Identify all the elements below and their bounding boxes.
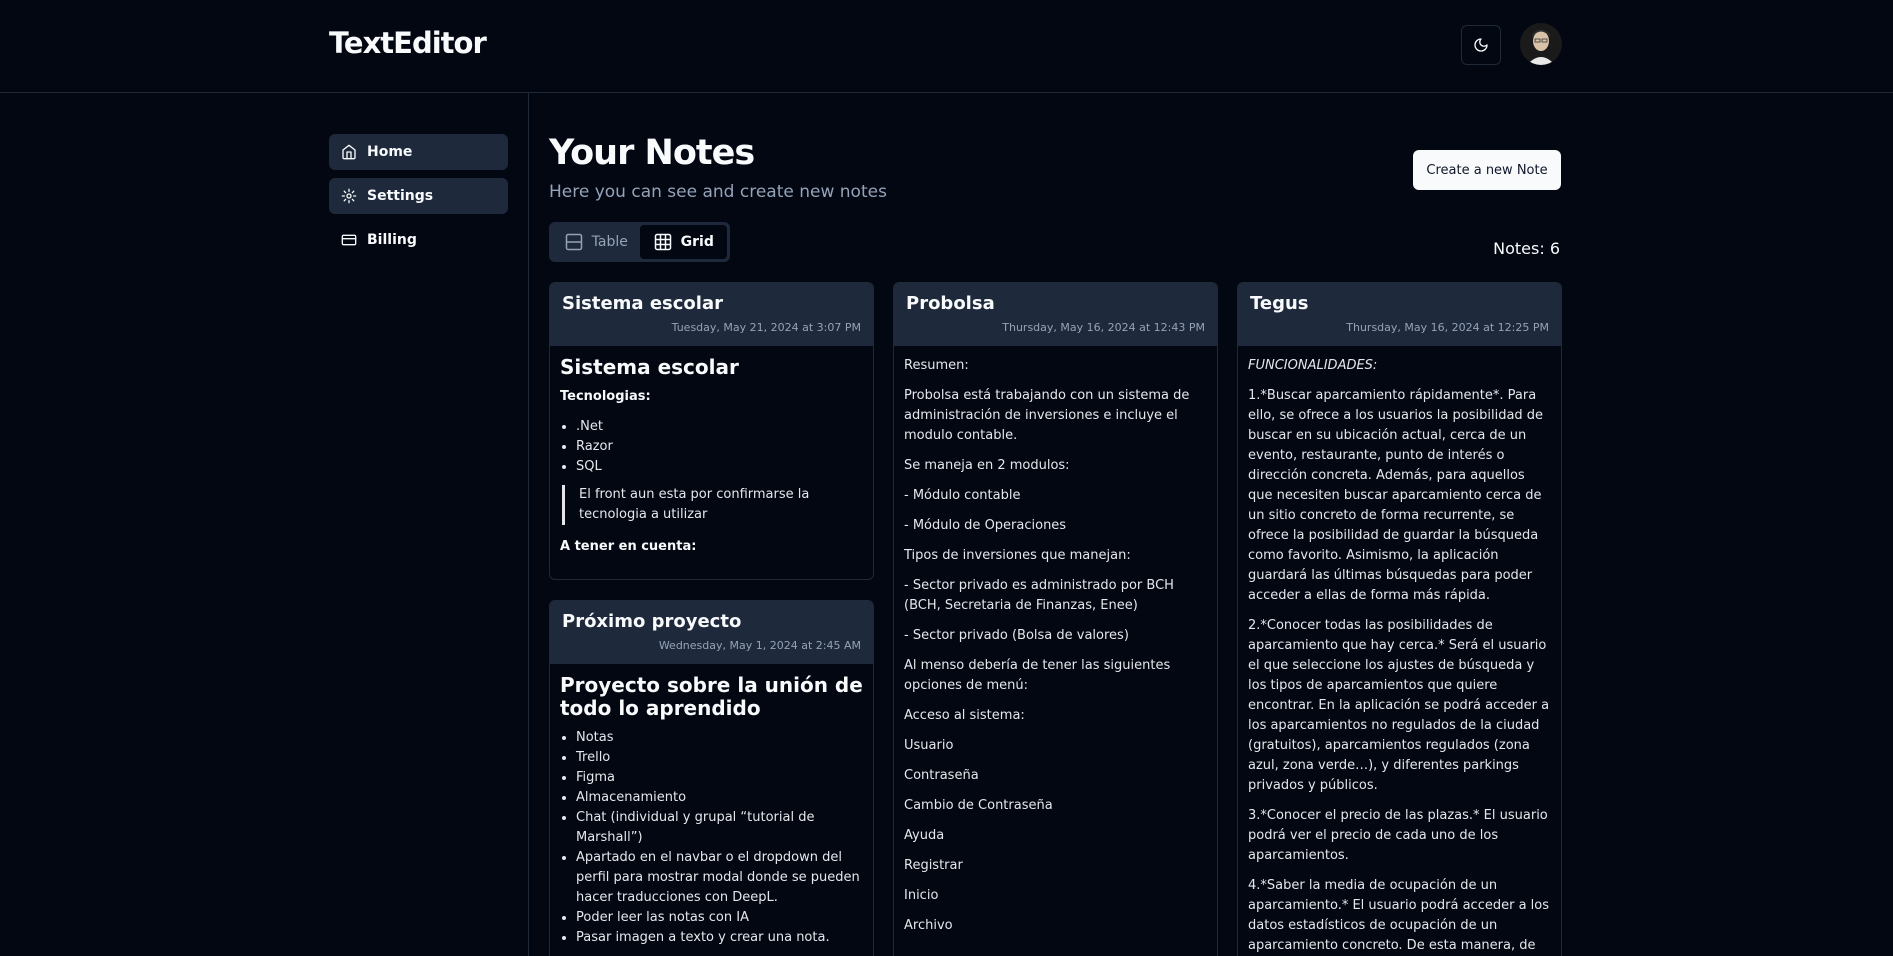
list-item: Razor xyxy=(576,437,863,457)
note-content: Sistema escolar Tecnologias: .Net Razor … xyxy=(550,346,873,579)
list-item: Figma xyxy=(576,768,863,788)
note-text: Registrar xyxy=(904,858,963,873)
grid-view-label: Grid xyxy=(680,234,714,250)
list-item: Poder leer las notas con IA xyxy=(576,908,863,928)
note-text: Usuario xyxy=(904,738,954,753)
home-icon xyxy=(342,144,356,160)
list-item: .Net xyxy=(576,417,863,437)
list-item: Apartado en el navbar o el dropdown del … xyxy=(576,848,863,908)
top-bar: TextEditor xyxy=(0,0,1893,93)
note-heading: Proyecto sobre la unión de todo lo apren… xyxy=(560,673,863,720)
note-card-header[interactable]: Probolsa Thursday, May 16, 2024 at 12:43… xyxy=(894,283,1217,346)
list-item: Notas xyxy=(576,728,863,748)
note-card[interactable]: Próximo proyecto Wednesday, May 1, 2024 … xyxy=(549,600,874,956)
sidebar-item-label: Home xyxy=(367,144,413,160)
note-text: 2.*Conocer todas las posibilidades de ap… xyxy=(1248,618,1550,793)
sidebar-item-settings[interactable]: Settings xyxy=(329,178,508,214)
note-text: Probolsa está trabajando con un sistema … xyxy=(904,388,1190,443)
note-content: Proyecto sobre la unión de todo lo apren… xyxy=(550,664,873,956)
create-note-button[interactable]: Create a new Note xyxy=(1413,150,1561,190)
note-title: Sistema escolar xyxy=(562,293,723,314)
note-text: 4.*Saber la media de ocupación de un apa… xyxy=(1248,878,1549,953)
credit-card-icon xyxy=(341,234,357,246)
note-card[interactable]: Sistema escolar Tuesday, May 21, 2024 at… xyxy=(549,282,874,580)
note-title: Tegus xyxy=(1250,293,1309,314)
note-title: Próximo proyecto xyxy=(562,611,742,632)
note-text: - Módulo de Operaciones xyxy=(904,518,1067,533)
note-text: Archivo xyxy=(904,918,953,933)
theme-toggle-button[interactable] xyxy=(1461,25,1501,65)
list-item: Pasar imagen a texto y crear una nota. xyxy=(576,928,863,948)
note-list: Notas Trello Figma Almacenamiento Chat (… xyxy=(560,728,863,948)
note-text: Inicio xyxy=(904,888,939,903)
sidebar-divider xyxy=(528,93,529,956)
note-card-header[interactable]: Sistema escolar Tuesday, May 21, 2024 at… xyxy=(550,283,873,346)
moon-icon xyxy=(1474,38,1488,52)
table-view-label: Table xyxy=(591,234,628,250)
sidebar-item-label: Billing xyxy=(367,232,417,248)
table-view-button[interactable]: Table xyxy=(552,225,640,259)
sidebar-item-billing[interactable]: Billing xyxy=(329,222,508,258)
note-text: - Sector privado (Bolsa de valores) xyxy=(904,628,1129,643)
note-text: 3.*Conocer el precio de las plazas.* El … xyxy=(1248,808,1548,863)
note-text: Contraseña xyxy=(904,768,979,783)
note-text: Cambio de Contraseña xyxy=(904,798,1053,813)
gear-icon xyxy=(341,188,357,204)
notes-count: Notes: 6 xyxy=(1493,239,1560,258)
list-item: Almacenamiento xyxy=(576,788,863,808)
note-date: Thursday, May 16, 2024 at 12:25 PM xyxy=(1346,321,1549,334)
list-item: Chat (individual y grupal “tutorial de M… xyxy=(576,808,863,848)
table-icon xyxy=(565,233,582,251)
note-card-header[interactable]: Próximo proyecto Wednesday, May 1, 2024 … xyxy=(550,601,873,664)
note-card[interactable]: Tegus Thursday, May 16, 2024 at 12:25 PM… xyxy=(1237,282,1562,956)
note-date: Tuesday, May 21, 2024 at 3:07 PM xyxy=(671,321,861,334)
note-text: Acceso al sistema: xyxy=(904,708,1025,723)
note-text: 1.*Buscar aparcamiento rápidamente*. Par… xyxy=(1248,388,1544,603)
note-text: FUNCIONALIDADES: xyxy=(1248,358,1378,373)
note-content: Resumen: Probolsa está trabajando con un… xyxy=(894,346,1217,956)
avatar[interactable] xyxy=(1520,23,1562,65)
sidebar-item-home[interactable]: Home xyxy=(329,134,508,170)
note-title: Probolsa xyxy=(906,293,995,314)
note-text: Al menso debería de tener las siguientes… xyxy=(904,658,1171,693)
list-item: Trello xyxy=(576,748,863,768)
note-quote: El front aun esta por confirmarse la tec… xyxy=(562,485,863,525)
note-text: Tecnologias: xyxy=(560,389,651,404)
view-toggle: Table Grid xyxy=(549,222,730,262)
note-text: A tener en cuenta: xyxy=(560,539,697,554)
list-item: SQL xyxy=(576,457,863,477)
brand-logo[interactable]: TextEditor xyxy=(329,26,487,60)
note-text: Tipos de inversiones que manejan: xyxy=(904,548,1131,563)
grid-view-button[interactable]: Grid xyxy=(639,225,727,259)
note-text: - Módulo contable xyxy=(904,488,1021,503)
note-date: Wednesday, May 1, 2024 at 2:45 AM xyxy=(658,639,861,652)
note-heading: Sistema escolar xyxy=(560,355,739,379)
sidebar-item-label: Settings xyxy=(367,188,434,204)
note-text: Se maneja en 2 modulos: xyxy=(904,458,1070,473)
note-text: Ayuda xyxy=(904,828,945,843)
grid-icon xyxy=(654,233,671,251)
note-date: Thursday, May 16, 2024 at 12:43 PM xyxy=(1002,321,1205,334)
note-text: Resumen: xyxy=(904,358,969,373)
note-content: FUNCIONALIDADES: 1.*Buscar aparcamiento … xyxy=(1238,346,1561,956)
page-title: Your Notes xyxy=(549,133,755,173)
note-card[interactable]: Probolsa Thursday, May 16, 2024 at 12:43… xyxy=(893,282,1218,956)
note-list: .Net Razor SQL xyxy=(560,417,863,477)
page-subtitle: Here you can see and create new notes xyxy=(549,182,887,202)
note-card-header[interactable]: Tegus Thursday, May 16, 2024 at 12:25 PM xyxy=(1238,283,1561,346)
note-text: - Sector privado es administrado por BCH… xyxy=(904,578,1174,613)
